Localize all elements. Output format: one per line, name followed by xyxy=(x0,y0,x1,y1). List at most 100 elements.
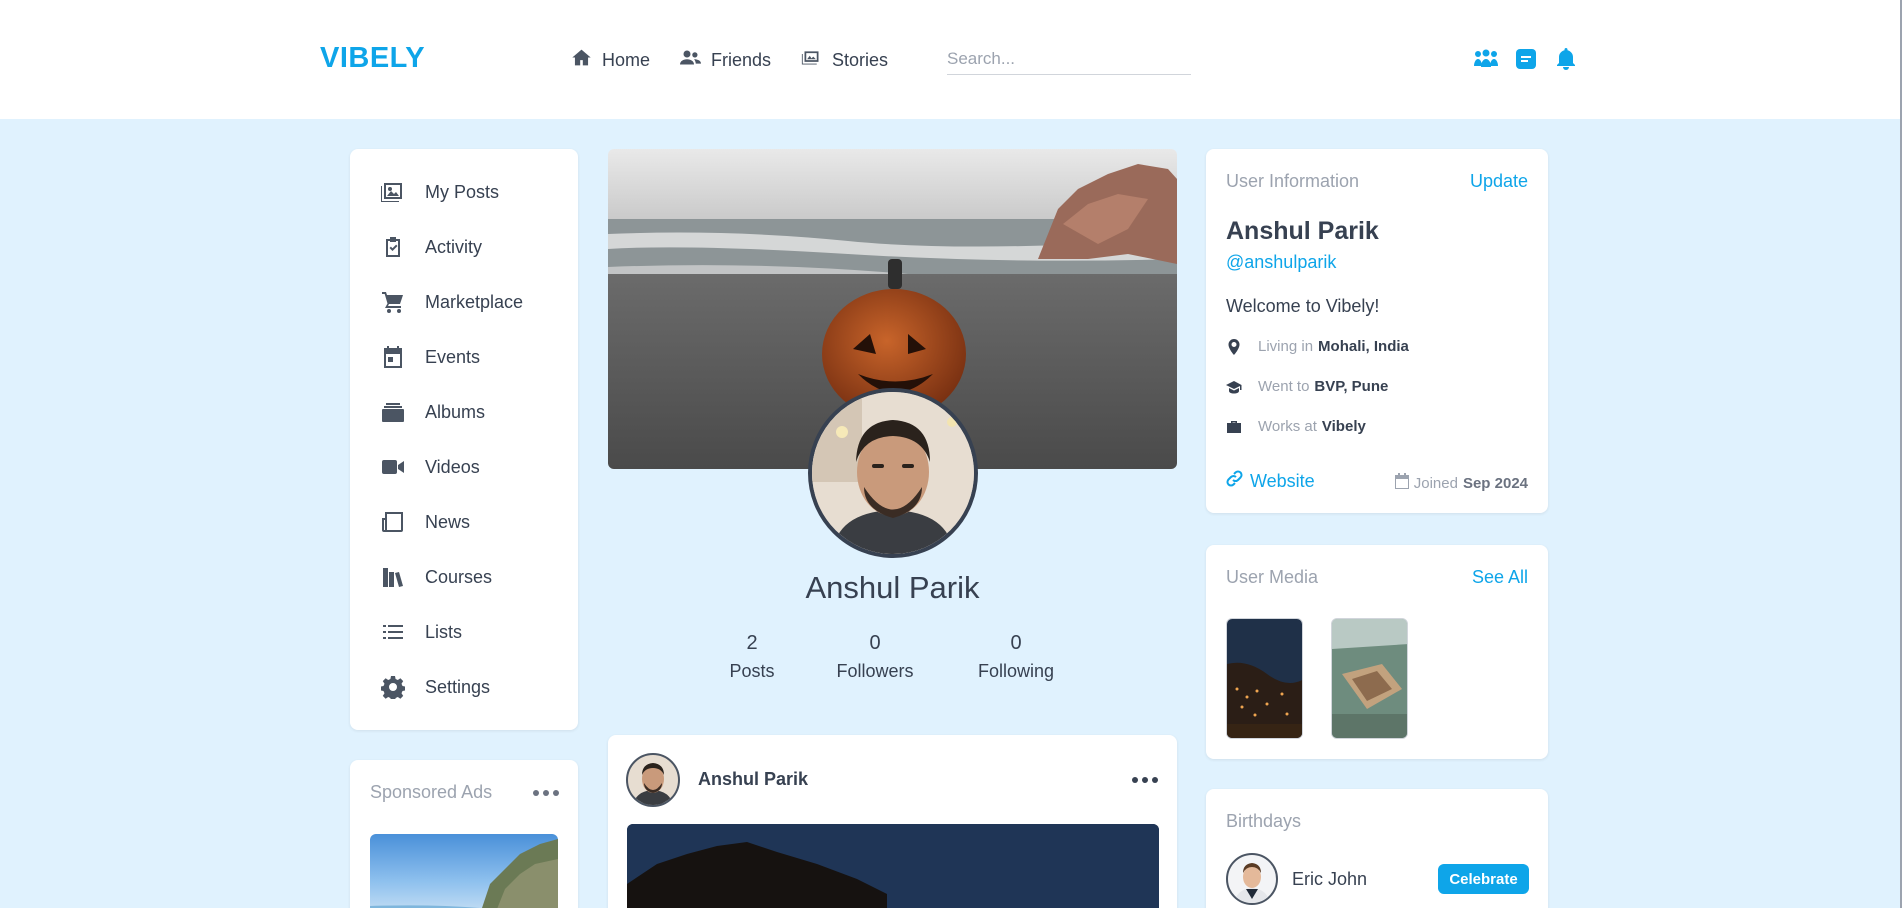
sidebar-item-albums[interactable]: Albums xyxy=(380,397,485,427)
sidebar-item-label: My Posts xyxy=(425,181,500,202)
post-author-avatar[interactable] xyxy=(626,753,680,807)
calendar-icon xyxy=(1394,473,1409,493)
groups-icon[interactable] xyxy=(1473,46,1499,72)
website-link[interactable]: Website xyxy=(1226,470,1315,492)
user-bio: Welcome to Vibely! xyxy=(1226,296,1380,316)
stat-followers-value: 0 xyxy=(869,632,881,654)
clipboard-check-icon xyxy=(380,234,406,260)
joined-value: Sep 2024 xyxy=(1462,474,1528,492)
gear-icon xyxy=(380,674,406,700)
info-living-label: Living in xyxy=(1258,338,1314,355)
search-input[interactable] xyxy=(947,44,1191,75)
sidebar-item-my-posts[interactable]: My Posts xyxy=(380,177,499,207)
link-icon xyxy=(1226,470,1243,492)
stat-posts-label: Posts xyxy=(729,661,775,681)
sponsored-ads-card: Sponsored Ads xyxy=(350,760,578,908)
user-info-name: Anshul Parik xyxy=(1226,217,1379,245)
info-living: Living in Mohali, India xyxy=(1226,338,1409,355)
sidebar-item-label: Marketplace xyxy=(425,291,524,312)
stat-followers-label: Followers xyxy=(836,661,914,681)
nav-friends-label: Friends xyxy=(711,49,772,70)
info-education-value: BVP, Pune xyxy=(1314,378,1389,395)
info-education: Went to BVP, Pune xyxy=(1226,378,1388,395)
nav-friends[interactable]: Friends xyxy=(680,47,771,73)
sidebar-item-marketplace[interactable]: Marketplace xyxy=(380,287,523,317)
update-button[interactable]: Update xyxy=(1470,171,1528,192)
cart-icon xyxy=(380,289,406,315)
sidebar-item-events[interactable]: Events xyxy=(380,342,480,372)
info-work-label: Works at xyxy=(1258,418,1317,435)
bell-icon[interactable] xyxy=(1553,46,1579,72)
user-handle[interactable]: @anshulparik xyxy=(1226,252,1336,273)
info-work: Works at Vibely xyxy=(1226,418,1366,435)
top-navbar: VIBELY Home Friends Stories xyxy=(0,0,1900,119)
nav-stories[interactable]: Stories xyxy=(801,47,888,73)
friends-icon xyxy=(680,47,701,73)
nav-stories-label: Stories xyxy=(832,49,889,70)
stat-following-label: Following xyxy=(977,661,1055,681)
birthday-name[interactable]: Eric John xyxy=(1292,869,1367,890)
sidebar-item-news[interactable]: News xyxy=(380,507,470,537)
stat-followers[interactable]: 0 Followers xyxy=(825,632,925,682)
sidebar-item-label: Lists xyxy=(425,621,463,642)
user-info-title: User Information xyxy=(1226,171,1360,191)
sponsored-ads-title: Sponsored Ads xyxy=(370,782,493,802)
profile-avatar[interactable] xyxy=(808,388,978,558)
messages-icon[interactable] xyxy=(1513,46,1539,72)
sidebar-item-label: News xyxy=(425,511,471,532)
media-thumbnail[interactable] xyxy=(1331,618,1408,739)
post-card: Anshul Parik xyxy=(608,735,1177,908)
joined-date: Joined Sep 2024 xyxy=(1394,473,1528,493)
sidebar-item-courses[interactable]: Courses xyxy=(380,562,492,592)
stat-posts[interactable]: 2 Posts xyxy=(722,632,782,682)
albums-icon xyxy=(380,399,406,425)
briefcase-icon xyxy=(1226,419,1242,435)
user-media-title: User Media xyxy=(1226,567,1319,587)
nav-home[interactable]: Home xyxy=(571,47,650,73)
user-media-card: User Media See All xyxy=(1206,545,1548,759)
celebrate-button[interactable]: Celebrate xyxy=(1438,864,1529,894)
joined-label: Joined xyxy=(1413,474,1458,492)
stat-following[interactable]: 0 Following xyxy=(966,632,1066,682)
sidebar-item-settings[interactable]: Settings xyxy=(380,672,490,702)
sidebar-item-label: Videos xyxy=(425,456,480,477)
profile-name: Anshul Parik xyxy=(805,570,980,605)
logo[interactable]: VIBELY xyxy=(320,42,425,75)
info-living-value: Mohali, India xyxy=(1318,338,1409,355)
sidebar-item-label: Activity xyxy=(425,236,483,257)
birthdays-title: Birthdays xyxy=(1226,811,1302,831)
more-options-icon[interactable] xyxy=(533,790,559,796)
post-author-name[interactable]: Anshul Parik xyxy=(698,769,808,790)
books-icon xyxy=(380,564,406,590)
info-work-value: Vibely xyxy=(1321,418,1366,435)
newspaper-icon xyxy=(380,509,406,535)
nav-home-label: Home xyxy=(602,49,651,70)
sidebar-item-videos[interactable]: Videos xyxy=(380,452,480,482)
graduation-cap-icon xyxy=(1226,379,1242,395)
sidebar-item-label: Settings xyxy=(425,676,491,697)
see-all-button[interactable]: See All xyxy=(1472,567,1528,588)
sidebar-menu: My Posts Activity Marketplace Events Alb… xyxy=(350,149,578,730)
birthday-avatar[interactable] xyxy=(1226,853,1278,905)
sidebar-item-label: Albums xyxy=(425,401,486,422)
sidebar-item-lists[interactable]: Lists xyxy=(380,617,462,647)
video-icon xyxy=(380,454,406,480)
sidebar-item-label: Events xyxy=(425,346,481,367)
ad-image[interactable] xyxy=(370,834,558,908)
stat-following-value: 0 xyxy=(1010,632,1022,654)
home-icon xyxy=(571,47,592,73)
sidebar-item-activity[interactable]: Activity xyxy=(380,232,482,262)
media-thumbnail[interactable] xyxy=(1226,618,1303,739)
post-image[interactable] xyxy=(627,824,1159,908)
calendar-icon xyxy=(380,344,406,370)
info-education-label: Went to xyxy=(1258,378,1310,395)
birthdays-card: Birthdays Eric John Celebrate xyxy=(1206,789,1548,908)
website-label: Website xyxy=(1250,470,1315,491)
stat-posts-value: 2 xyxy=(746,632,758,654)
list-icon xyxy=(380,619,406,645)
photos-icon xyxy=(380,179,406,205)
location-pin-icon xyxy=(1226,338,1242,355)
sidebar-item-label: Courses xyxy=(425,566,493,587)
post-more-options-icon[interactable] xyxy=(1132,777,1158,783)
stories-icon xyxy=(801,47,822,73)
